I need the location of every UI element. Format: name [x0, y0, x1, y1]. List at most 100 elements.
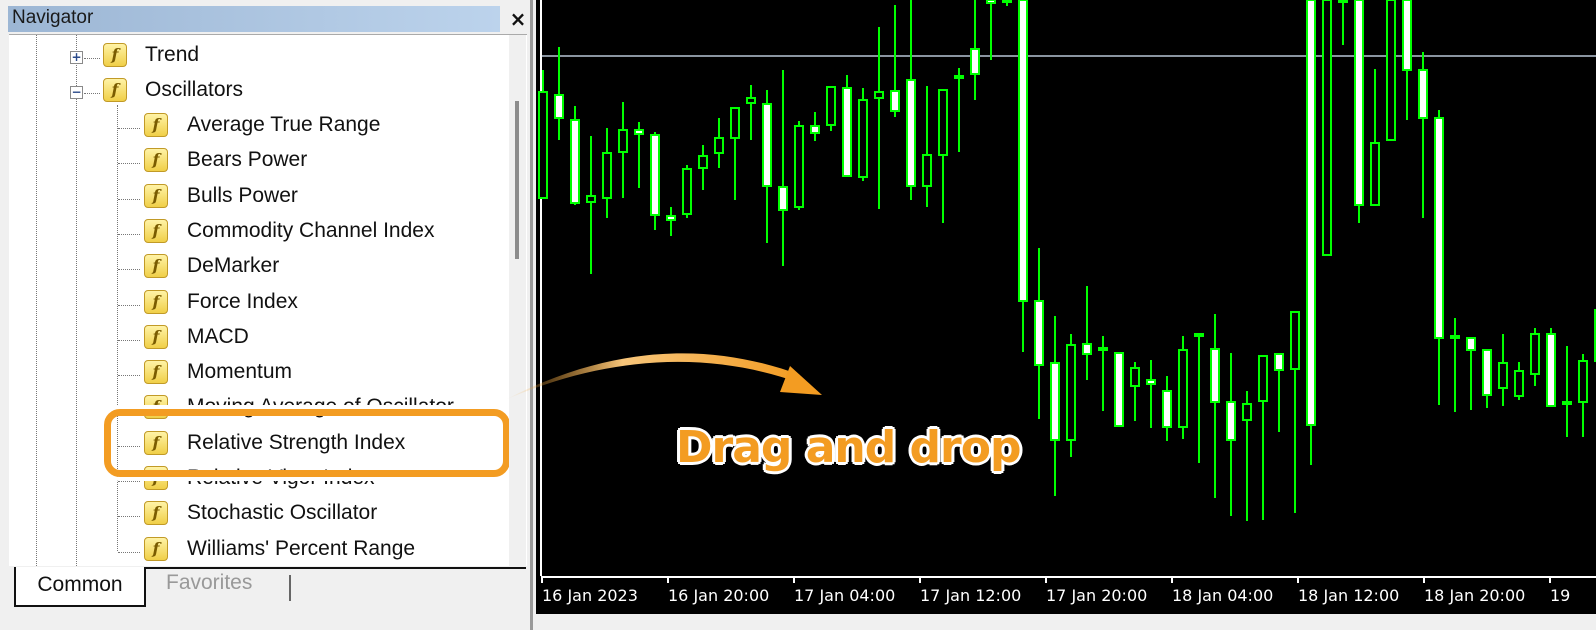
expand-icon[interactable]: + — [70, 51, 83, 64]
tree-group-oscillators[interactable]: − f Oscillators — [9, 74, 509, 106]
x-tick-label: 18 Jan 12:00 — [1298, 586, 1399, 605]
bear-candle-body — [1210, 348, 1220, 403]
bear-candle-body — [1354, 0, 1364, 206]
x-tick-label: 16 Jan 2023 — [542, 586, 638, 605]
bear-candle-body — [762, 103, 772, 187]
bear-candle-body — [570, 119, 580, 204]
function-icon: f — [144, 360, 168, 385]
bear-candle-body — [634, 129, 644, 135]
navigator-title: Navigator — [12, 7, 94, 28]
bull-candle-body — [922, 154, 932, 187]
navigator-tabs: Common Favorites — [14, 567, 526, 609]
bull-candle-body — [1066, 344, 1076, 441]
tab-common[interactable]: Common — [14, 567, 146, 607]
close-icon[interactable]: × — [506, 6, 530, 32]
tree-line — [118, 128, 140, 129]
bear-candle-body — [1274, 353, 1284, 371]
candlestick-chart: 16 Jan 2023 16 Jan 20:00 17 Jan 04:00 17 Ja… — [536, 0, 1596, 630]
tree-item-label: Stochastic Oscillator — [187, 501, 378, 525]
bear-candle-body — [1146, 379, 1156, 385]
bull-candle-body — [1450, 335, 1460, 339]
bull-candle-body — [858, 99, 868, 178]
bull-candle-body — [1130, 367, 1140, 387]
tree-line — [84, 58, 100, 59]
collapse-icon[interactable]: − — [70, 86, 83, 99]
bear-candle-body — [1034, 300, 1044, 366]
scrollbar-thumb[interactable] — [515, 101, 519, 259]
bull-candle-body — [874, 91, 884, 99]
x-tick-label: 18 Jan 20:00 — [1424, 586, 1525, 605]
bear-candle-body — [1466, 337, 1476, 351]
bear-candle-body — [1434, 117, 1444, 339]
function-icon: f — [144, 148, 168, 173]
function-icon: f — [144, 183, 168, 208]
bull-candle-body — [1338, 0, 1348, 3]
tree-line — [118, 339, 140, 341]
bull-candle-body — [1562, 401, 1572, 405]
tab-favorites[interactable]: Favorites — [166, 571, 252, 595]
bull-candle-body — [698, 155, 708, 169]
bear-candle-body — [1018, 0, 1028, 302]
tree-item[interactable]: f Williams' Percent Range — [9, 533, 509, 565]
tree-item[interactable]: f Commodity Channel Index — [9, 215, 509, 247]
tree-group-label: Oscillators — [145, 78, 244, 101]
tree-item-label: Williams' Percent Range — [187, 536, 416, 560]
bull-candle-body — [1178, 349, 1188, 428]
tree-item-label: Force Index — [187, 289, 298, 313]
tree-item[interactable]: f Stochastic Oscillator — [9, 497, 509, 529]
bull-candle-body — [794, 125, 804, 208]
tree-line — [118, 481, 140, 482]
bull-candle-body — [682, 168, 692, 215]
bear-candle-body — [970, 48, 980, 75]
bull-candle-body — [730, 107, 740, 139]
function-icon: f — [144, 536, 168, 561]
bull-candle-body — [1530, 333, 1540, 375]
tree-item[interactable]: f MACD — [9, 321, 509, 353]
tab-separator — [289, 575, 291, 601]
vertical-scrollbar[interactable] — [509, 35, 526, 566]
tree-group-trend[interactable]: + f Trend — [9, 39, 509, 71]
bull-candle-body — [618, 129, 628, 153]
tree-line — [118, 269, 140, 271]
tree-line — [118, 233, 140, 235]
tree-item[interactable]: f DeMarker — [9, 250, 509, 282]
x-tick-label: 17 Jan 12:00 — [920, 586, 1021, 605]
bear-candle-body — [890, 90, 900, 112]
bear-candle-body — [1050, 362, 1060, 441]
bear-candle-body — [778, 186, 788, 211]
bull-candle-body — [1370, 142, 1380, 206]
tree-item[interactable]: f Force Index — [9, 286, 509, 318]
price-chart[interactable]: 16 Jan 2023 16 Jan 20:00 17 Jan 04:00 17 Ja… — [536, 0, 1596, 630]
bull-candle-body — [1498, 362, 1508, 389]
x-tick-label: 19 — [1550, 586, 1570, 605]
bear-candle-body — [1162, 390, 1172, 428]
bear-candle-body — [986, 0, 996, 4]
bear-candle-body — [954, 75, 964, 79]
tree-line — [118, 198, 140, 200]
tree-item-label: DeMarker — [187, 254, 280, 278]
tree-item[interactable]: f Bulls Power — [9, 180, 509, 212]
bear-candle-body — [1418, 69, 1428, 119]
bear-candle-body — [906, 79, 916, 187]
bear-candle-body — [1306, 0, 1316, 426]
tree-line — [118, 304, 140, 306]
function-icon: f — [144, 218, 168, 243]
bull-candle-body — [1322, 0, 1332, 256]
bear-candle-body — [650, 134, 660, 216]
tree-group-label: Trend — [145, 43, 200, 66]
navigator-title-bar: Navigator — [8, 6, 500, 32]
tree-item[interactable]: f Average True Range — [9, 109, 509, 141]
tree-item[interactable]: f Bears Power — [9, 144, 509, 176]
bull-candle-body — [1194, 333, 1204, 337]
tree-line — [118, 516, 140, 518]
bull-candle-body — [714, 137, 724, 154]
tree-item[interactable]: f Momentum — [9, 356, 509, 388]
bull-candle-body — [586, 195, 596, 203]
function-icon: f — [144, 254, 168, 279]
bull-candle-body — [1386, 0, 1396, 141]
bull-candle-body — [538, 91, 548, 199]
x-tick-label: 16 Jan 20:00 — [668, 586, 769, 605]
bull-candle-body — [746, 97, 756, 104]
bull-candle-body — [1290, 311, 1300, 370]
tree-item-label: Momentum — [187, 360, 293, 384]
